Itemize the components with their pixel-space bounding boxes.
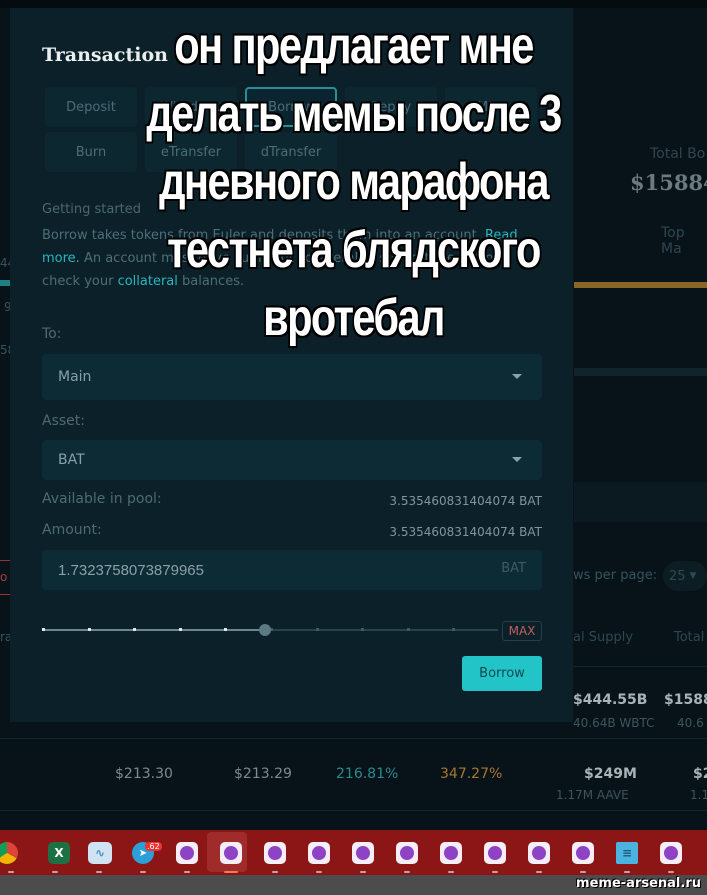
row1-borrow: $1588 [664, 692, 707, 708]
to-label: To: [42, 326, 62, 342]
discord-icon[interactable] [220, 842, 242, 864]
discord-icon[interactable] [308, 842, 330, 864]
available-value: 3.535460831404074 BAT [389, 494, 542, 508]
row2-oracle-price: $213.29 [234, 766, 292, 782]
slider-tick [178, 628, 182, 631]
rows-per-page-label: ws per page: [573, 568, 658, 583]
row2-borrow-sub: 1.1 [690, 788, 707, 802]
running-indicator [404, 871, 410, 873]
slider-thumb[interactable] [259, 624, 272, 636]
chevron-down-icon: ▼ [689, 571, 697, 581]
running-indicator [224, 871, 238, 873]
running-indicator [580, 871, 586, 873]
discord-icon[interactable] [660, 842, 682, 864]
running-indicator [536, 871, 542, 873]
caption-line: он предлагает мне [174, 17, 534, 75]
column-header-total-borrow[interactable]: Total [674, 630, 704, 645]
running-indicator [8, 871, 14, 873]
left-fragment: o [0, 570, 8, 584]
amount-max-value: 3.535460831404074 BAT [389, 525, 542, 539]
telegram-unread-badge: .62 [145, 842, 162, 851]
asset-select[interactable]: BAT [42, 440, 542, 480]
total-borrows-label: Total Bo [650, 146, 706, 162]
asset-label: Asset: [42, 413, 85, 429]
slider-tick [42, 628, 45, 631]
amount-field[interactable]: BAT [42, 550, 542, 590]
slider-tick [224, 628, 228, 631]
slider-track [42, 629, 266, 631]
row1-borrow-sub: 40.6 [677, 716, 704, 730]
row2-borrow: $2 [693, 766, 707, 782]
caption-line: тестнета блядского [167, 221, 541, 279]
divider [573, 666, 707, 667]
running-indicator [624, 871, 630, 873]
running-indicator [448, 871, 454, 873]
top-bar [0, 0, 707, 8]
amount-unit: BAT [501, 561, 526, 576]
running-indicator [52, 871, 58, 873]
discord-icon[interactable] [440, 842, 462, 864]
running-indicator [96, 871, 102, 873]
running-indicator [272, 871, 278, 873]
meme-caption: он предлагает мне делать мемы после 3 дн… [71, 12, 637, 352]
running-indicator [316, 871, 322, 873]
asset-select-value: BAT [58, 452, 85, 468]
row1-supply-sub: 40.64B WBTC [573, 716, 655, 730]
row2-supply-sub: 1.17M AAVE [556, 788, 629, 802]
running-indicator [184, 871, 190, 873]
caption-line: делать мемы после 3 [146, 85, 562, 143]
discord-icon[interactable] [572, 842, 594, 864]
discord-icon[interactable] [396, 842, 418, 864]
slider-tick [361, 628, 365, 631]
notepad-icon[interactable]: ≡ [616, 842, 638, 864]
max-button[interactable]: MAX [502, 621, 542, 641]
amount-label: Amount: [42, 522, 102, 538]
row2-borrow-apy: 347.27% [440, 766, 503, 782]
column-header-total-supply[interactable]: al Supply [573, 630, 633, 645]
slider-tick [87, 628, 91, 631]
slider-tick [315, 628, 319, 631]
running-indicator [360, 871, 366, 873]
excel-icon[interactable]: X [48, 842, 70, 864]
to-select-value: Main [58, 369, 92, 385]
borrow-submit-button[interactable]: Borrow [462, 656, 542, 691]
amount-slider[interactable] [42, 620, 498, 640]
caret-down-icon [512, 457, 522, 462]
top-markets-label: Top Ma [661, 225, 685, 257]
watermark: meme-arsenal.ru [576, 876, 701, 891]
slider-tick [452, 628, 456, 631]
slider-tick [406, 628, 410, 631]
slider-tick [133, 628, 137, 631]
left-bar [0, 280, 10, 286]
row2-price: $213.30 [115, 766, 173, 782]
discord-icon[interactable] [264, 842, 286, 864]
rows-per-page-select[interactable]: 25 ▼ [663, 561, 707, 591]
to-select[interactable]: Main [42, 354, 542, 400]
running-indicator [668, 871, 674, 873]
row1-supply: $444.55B [573, 692, 648, 708]
divider [0, 738, 707, 739]
running-indicator [492, 871, 498, 873]
bg-stripe [574, 482, 707, 522]
discord-icon[interactable] [352, 842, 374, 864]
available-label: Available in pool: [42, 491, 162, 507]
amount-input[interactable] [42, 550, 462, 590]
monitor-icon[interactable]: ∿ [88, 842, 112, 864]
row2-supply-apy: 216.81% [336, 766, 399, 782]
discord-icon[interactable] [528, 842, 550, 864]
discord-icon[interactable] [484, 842, 506, 864]
caret-down-icon [512, 374, 522, 379]
bg-stripe [574, 368, 707, 376]
total-borrows-value: $15884 [630, 170, 707, 195]
row2-supply: $249M [584, 766, 637, 782]
caption-line: вротебал [263, 289, 445, 347]
running-indicator [140, 871, 146, 873]
caption-line: дневного марафона [159, 153, 549, 211]
discord-icon[interactable] [176, 842, 198, 864]
divider [0, 810, 707, 811]
rows-per-page-value: 25 [669, 568, 686, 584]
